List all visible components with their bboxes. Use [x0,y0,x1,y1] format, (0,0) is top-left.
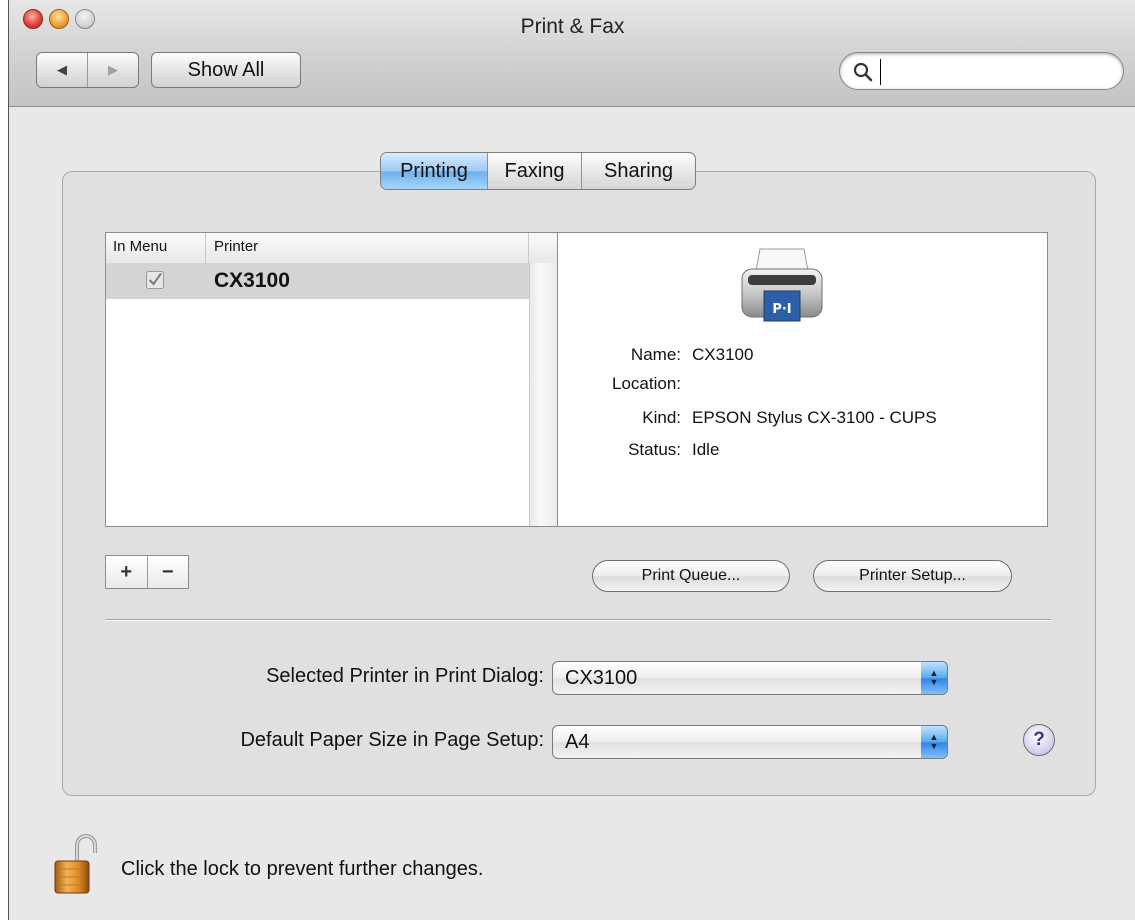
back-arrow-icon: ◀ [57,62,67,77]
tab-bar: Printing Faxing Sharing [380,152,696,190]
info-label-location: Location: [612,374,681,393]
help-button[interactable]: ? [1023,724,1055,756]
info-value-name: CX3100 [692,345,754,364]
info-label-status: Status: [628,440,681,459]
printer-name-cell: CX3100 [214,269,290,292]
window-title: Print & Fax [520,15,625,38]
in-menu-checkbox[interactable] [146,271,164,289]
search-field[interactable] [839,52,1124,90]
show-all-button[interactable]: Show All [151,52,301,88]
tab-faxing[interactable]: Faxing [487,153,581,189]
tab-printing[interactable]: Printing [381,153,487,189]
remove-printer-button[interactable]: − [148,556,189,588]
forward-button[interactable]: ▶ [88,53,138,87]
add-printer-button[interactable]: + [106,556,148,588]
info-row-location: Location: [558,374,1049,398]
printer-row[interactable]: CX3100 [106,263,529,299]
selected-printer-label: Selected Printer in Print Dialog: [266,665,544,687]
selected-printer-value: CX3100 [565,667,638,689]
window-toolbar: Print & Fax ◀ ▶ Show All [9,0,1135,107]
printer-list-header: In Menu Printer [106,233,557,264]
column-header-printer[interactable]: Printer [206,233,529,263]
print-fax-window: Print & Fax ◀ ▶ Show All Printing Faxing… [8,0,1135,920]
printer-setup-button[interactable]: Printer Setup... [813,560,1012,592]
info-value-kind: EPSON Stylus CX-3100 - CUPS [692,408,937,427]
paper-size-value: A4 [565,731,590,753]
info-row-kind: Kind: EPSON Stylus CX-3100 - CUPS [558,408,1049,432]
paper-size-popup[interactable]: A4 ▲ ▼ [552,725,948,759]
lock-icon[interactable] [51,833,101,895]
printer-icon: P·I [741,248,823,322]
info-label-name: Name: [630,345,681,364]
forward-arrow-icon: ▶ [108,62,118,77]
add-remove-control: + − [105,555,189,589]
lock-message[interactable]: Click the lock to prevent further change… [121,858,483,881]
section-divider [105,619,1051,621]
back-forward-control: ◀ ▶ [36,52,139,88]
search-input[interactable] [880,59,1115,85]
printer-list[interactable]: In Menu Printer CX3100 [105,232,558,527]
info-row-name: Name: CX3100 [558,345,1049,369]
selected-printer-popup[interactable]: CX3100 ▲ ▼ [552,661,948,695]
paper-size-label: Default Paper Size in Page Setup: [240,729,544,751]
popup-arrows-icon: ▲ ▼ [921,726,947,758]
printer-info-panel: P·I Name: CX3100 Location: Kind: EPSON S… [557,232,1048,527]
printer-list-scrollbar[interactable] [529,263,557,526]
search-icon [853,62,873,82]
tab-sharing[interactable]: Sharing [581,153,695,189]
back-button[interactable]: ◀ [37,53,88,87]
info-value-status: Idle [692,440,720,459]
info-label-kind: Kind: [642,408,681,427]
column-header-in-menu[interactable]: In Menu [106,233,206,263]
info-row-status: Status: Idle [558,440,1049,464]
popup-arrows-icon: ▲ ▼ [921,662,947,694]
svg-text:P·I: P·I [772,302,791,317]
print-queue-button[interactable]: Print Queue... [592,560,790,592]
